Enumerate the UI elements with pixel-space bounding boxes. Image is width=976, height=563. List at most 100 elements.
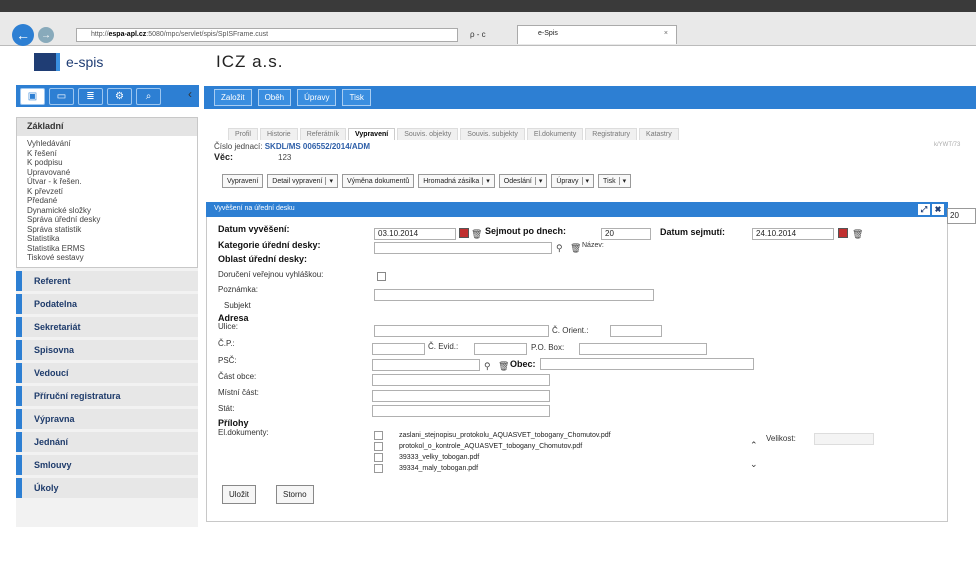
print-button[interactable]: Tisk xyxy=(342,89,371,106)
list-item[interactable]: protokol_o_kontrole_AQUASVET_tobogany_Ch… xyxy=(374,441,764,451)
tab-history[interactable]: Historie xyxy=(259,128,298,140)
house-number-field[interactable] xyxy=(372,343,425,355)
sidebar-section-manager[interactable]: Vedoucí xyxy=(16,362,198,383)
note-field[interactable] xyxy=(374,289,654,301)
binoculars-icon[interactable]: ⚲ xyxy=(556,243,566,253)
home-icon[interactable]: ▣ xyxy=(20,87,45,105)
dropdown-icon[interactable]: ▾ xyxy=(581,177,589,185)
folder-icon[interactable]: ▭ xyxy=(49,87,74,105)
po-box-field[interactable] xyxy=(579,343,707,355)
sidebar-item-board-admin[interactable]: Správa úřední desky xyxy=(20,215,197,225)
page-size-select[interactable]: 20 xyxy=(947,208,976,224)
trash-icon[interactable]: 🗑 xyxy=(471,229,482,239)
file-checkbox[interactable] xyxy=(374,441,383,451)
tab-related-objects[interactable]: Souvis. objekty xyxy=(397,128,459,140)
calendar-icon[interactable] xyxy=(838,228,848,238)
sidebar-item-to-resolve[interactable]: K řešení xyxy=(20,149,197,159)
public-notice-checkbox[interactable] xyxy=(377,272,386,281)
document-exchange-button[interactable]: Výměna dokumentů xyxy=(341,174,415,188)
board-category-field[interactable] xyxy=(374,242,552,254)
collapse-sidebar-icon[interactable]: ‹ xyxy=(188,87,192,101)
sidebar-section-contracts[interactable]: Smlouvy xyxy=(16,454,198,475)
sidebar-item-statistics[interactable]: Statistika xyxy=(20,234,197,244)
calendar-icon[interactable] xyxy=(459,228,469,238)
file-checkbox[interactable] xyxy=(374,430,383,440)
tab-el-documents[interactable]: El.dokumenty xyxy=(526,128,584,140)
binoculars-icon[interactable]: ⚲ xyxy=(484,361,494,371)
tab-related-subjects[interactable]: Souvis. subjekty xyxy=(460,128,525,140)
create-button[interactable]: Založit xyxy=(214,89,252,106)
sidebar-section-meetings[interactable]: Jednání xyxy=(16,431,198,452)
dropdown-icon[interactable]: ▾ xyxy=(482,177,490,185)
remove-after-days-field[interactable]: 20 xyxy=(601,228,651,240)
country-field[interactable] xyxy=(372,405,550,417)
street-field[interactable] xyxy=(374,325,549,337)
sidebar-item-search[interactable]: Vyhledávání xyxy=(20,139,197,149)
chevron-down-icon[interactable]: ⌄ xyxy=(750,459,758,470)
restore-icon[interactable]: ⤢ xyxy=(918,204,930,215)
dropdown-icon[interactable]: ▾ xyxy=(618,177,626,185)
browser-tab[interactable]: e-Spis × xyxy=(517,25,677,44)
file-checkbox[interactable] xyxy=(374,452,383,462)
sidebar-item-unit-resolve[interactable]: Útvar - k řešen. xyxy=(20,177,197,187)
sidebar-item-to-sign[interactable]: K podpisu xyxy=(20,158,197,168)
actions-edit-button[interactable]: Úpravy ▾ xyxy=(551,174,595,188)
trash-icon[interactable]: 🗑 xyxy=(570,243,581,253)
sidebar-item-erms-stats[interactable]: Statistika ERMS xyxy=(20,244,197,254)
list-item[interactable]: 39333_velky_tobogan.pdf xyxy=(374,452,764,462)
edit-button[interactable]: Úpravy xyxy=(297,89,337,106)
back-arrow-icon[interactable]: ← xyxy=(12,24,34,46)
municipality-part-field[interactable] xyxy=(372,374,550,386)
posting-date-field[interactable]: 03.10.2014 xyxy=(374,228,456,240)
save-button[interactable]: Uložit xyxy=(222,485,257,504)
search-icon[interactable]: ⌕ xyxy=(136,87,161,105)
registry-number-field[interactable] xyxy=(474,343,527,355)
trash-icon[interactable]: 🗑 xyxy=(852,229,863,239)
cancel-button[interactable]: Storno xyxy=(276,485,314,504)
sidebar-section-registry[interactable]: Podatelna xyxy=(16,293,198,314)
sidebar-section-archive[interactable]: Spisovna xyxy=(16,339,198,360)
forward-arrow-icon[interactable]: → xyxy=(38,27,54,43)
sidebar-item-edited[interactable]: Upravované xyxy=(20,168,197,178)
sidebar-item-dynamic-folders[interactable]: Dynamické složky xyxy=(20,206,197,216)
file-checkbox[interactable] xyxy=(374,463,383,473)
dispatch-button[interactable]: Vypravení xyxy=(222,174,264,188)
close-icon[interactable]: ✖ xyxy=(932,204,944,215)
postcode-field[interactable] xyxy=(372,359,480,371)
dropdown-icon[interactable]: ▾ xyxy=(325,177,333,185)
actions-print-button[interactable]: Tisk ▾ xyxy=(598,174,632,188)
tab-cadastre[interactable]: Katastry xyxy=(639,128,679,140)
sidebar-item-handed-over[interactable]: Předané xyxy=(20,196,197,206)
gear-icon[interactable]: ⚙ xyxy=(107,87,132,105)
circulation-button[interactable]: Oběh xyxy=(257,89,292,106)
address-bar[interactable]: http://espa-apl.cz:5080/mpc/servlet/spis… xyxy=(76,28,458,42)
sidebar-section-handy-registry[interactable]: Příruční registratura xyxy=(16,385,198,406)
search-icon[interactable]: ρ - c xyxy=(470,30,486,39)
dispatch-detail-button[interactable]: Detail vypravení ▾ xyxy=(267,174,338,188)
case-number-label: Číslo jednací: xyxy=(214,142,263,151)
tab-dispatch[interactable]: Vypravení xyxy=(347,128,396,140)
chevron-up-icon[interactable]: ⌃ xyxy=(750,440,758,451)
orientation-number-field[interactable] xyxy=(610,325,662,337)
municipality-field[interactable] xyxy=(540,358,754,370)
list-item[interactable]: 39334_maly_tobogan.pdf xyxy=(374,463,764,473)
dropdown-icon[interactable]: ▾ xyxy=(534,177,542,185)
tab-referatnik[interactable]: Referátník xyxy=(299,128,346,140)
sidebar-item-print-reports[interactable]: Tiskové sestavy xyxy=(20,253,197,263)
list-icon[interactable]: ≣ xyxy=(78,87,103,105)
list-item[interactable]: zaslani_stejnopisu_protokolu_AQUASVET_to… xyxy=(374,430,764,440)
tab-registries[interactable]: Registratury xyxy=(585,128,638,140)
sidebar-item-to-take-over[interactable]: K převzetí xyxy=(20,187,197,197)
removal-date-field[interactable]: 24.10.2014 xyxy=(752,228,834,240)
sidebar-section-secretariat[interactable]: Sekretariát xyxy=(16,316,198,337)
tab-profile[interactable]: Profil xyxy=(228,128,258,140)
local-part-field[interactable] xyxy=(372,390,550,402)
sidebar-section-dispatch[interactable]: Výpravna xyxy=(16,408,198,429)
close-tab-icon[interactable]: × xyxy=(664,30,668,37)
bulk-shipment-button[interactable]: Hromadná zásilka ▾ xyxy=(418,174,495,188)
trash-icon[interactable]: 🗑 xyxy=(498,361,509,371)
sidebar-item-stats-admin[interactable]: Správa statistik xyxy=(20,225,197,235)
sidebar-section-tasks[interactable]: Úkoly xyxy=(16,477,198,498)
sidebar-section-referent[interactable]: Referent xyxy=(16,270,198,291)
send-button[interactable]: Odeslání ▾ xyxy=(498,174,548,188)
